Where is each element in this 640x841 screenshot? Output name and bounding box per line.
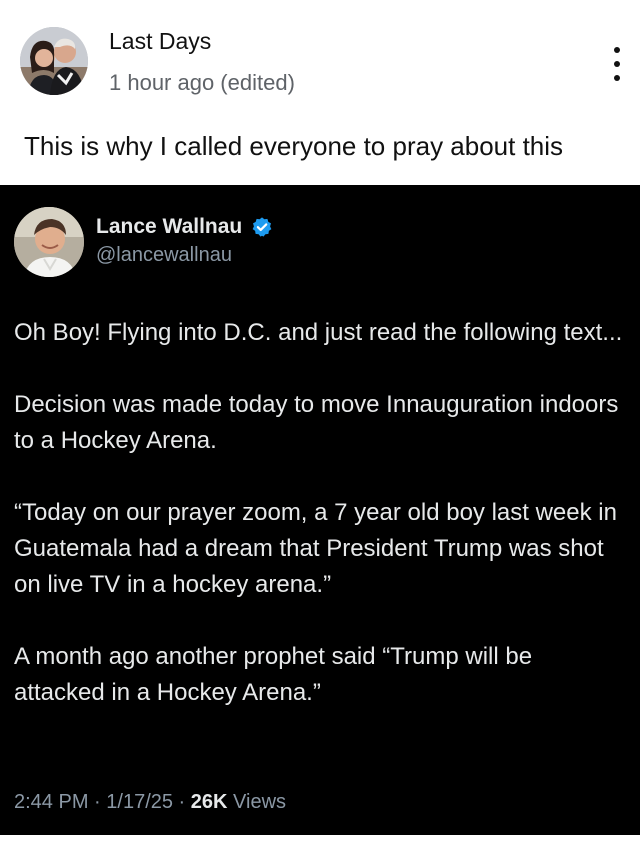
post-header: Last Days 1 hour ago (edited): [0, 0, 640, 115]
verified-badge-icon: [252, 217, 272, 237]
tweet-date: 1/17/25: [106, 791, 173, 813]
tweet-display-name[interactable]: Lance Wallnau: [96, 215, 242, 238]
tweet-paragraph: Decision was made today to move Innaugur…: [14, 391, 619, 454]
post-timestamp: 1 hour ago (edited): [109, 70, 295, 95]
tweet-paragraph: Oh Boy! Flying into D.C. and just read t…: [14, 319, 623, 346]
more-vertical-icon[interactable]: [606, 45, 628, 83]
tweet-author-row: Lance Wallnau: [96, 215, 273, 241]
meta-separator: ·: [88, 791, 107, 813]
post-caption: This is why I called everyone to pray ab…: [24, 131, 564, 161]
tweet-text: Oh Boy! Flying into D.C. and just read t…: [14, 315, 626, 747]
tweet-views-count: 26K: [190, 791, 228, 813]
couple-photo-avatar: [20, 27, 88, 95]
post-author-name[interactable]: Last Days: [109, 28, 211, 55]
tweet-paragraph: A month ago another prophet said “Trump …: [14, 643, 533, 706]
bottom-divider: [0, 835, 640, 841]
author-avatar[interactable]: [20, 27, 88, 95]
tweet-time: 2:44 PM: [14, 791, 89, 813]
tweet-meta: 2:44 PM · 1/17/25 · 26K Views: [14, 791, 286, 814]
tweet-views-label: Views: [227, 791, 287, 813]
tweet-screenshot[interactable]: Lance Wallnau @lancewallnau Oh Boy! Flyi…: [0, 185, 640, 835]
tweet-author-avatar: [14, 207, 84, 277]
tweet-handle[interactable]: @lancewallnau: [96, 244, 232, 267]
meta-separator: ·: [173, 791, 191, 813]
man-photo-avatar: [14, 207, 84, 277]
tweet-paragraph: “Today on our prayer zoom, a 7 year old …: [14, 499, 617, 598]
